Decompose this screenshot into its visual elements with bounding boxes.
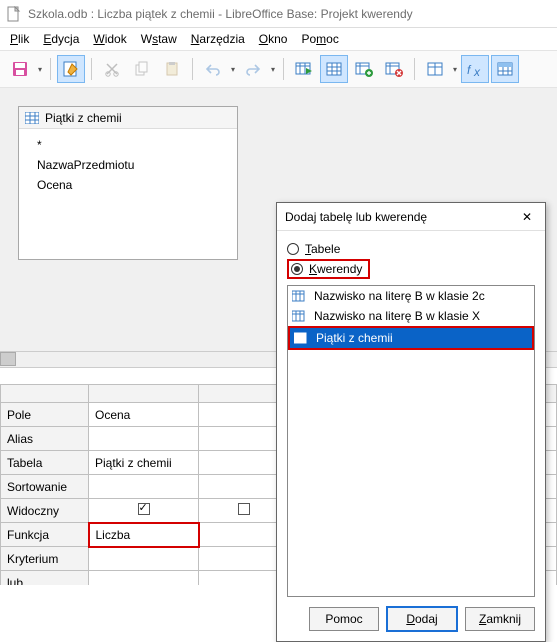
row-alias: Alias xyxy=(1,427,89,451)
distinct-values-button[interactable] xyxy=(421,55,449,83)
menu-edit[interactable]: Edycja xyxy=(43,32,79,46)
menu-tools[interactable]: Narzędzia xyxy=(191,32,245,46)
row-lub: lub xyxy=(1,571,89,586)
list-item[interactable]: Nazwisko na literę B w klasie 2c xyxy=(288,286,534,306)
row-pole: Pole xyxy=(1,403,89,427)
add-table-button[interactable] xyxy=(350,55,378,83)
row-tabela: Tabela xyxy=(1,451,89,475)
row-funkcja: Funkcja xyxy=(1,523,89,547)
menu-file[interactable]: Plik xyxy=(10,32,29,46)
radio-queries-label[interactable]: Kwerendy xyxy=(309,262,362,276)
query-icon xyxy=(294,331,310,345)
cell-visible-2[interactable] xyxy=(199,499,289,523)
design-view-button[interactable] xyxy=(320,55,348,83)
copy-button[interactable] xyxy=(128,55,156,83)
toolbar: ▾ ▾ ▾ ▾ fx xyxy=(0,50,557,88)
undo-dropdown[interactable]: ▾ xyxy=(229,65,237,74)
menu-window[interactable]: Okno xyxy=(259,32,288,46)
cell-pole-1[interactable]: Ocena xyxy=(89,403,199,427)
dialog-title: Dodaj tabelę lub kwerendę xyxy=(285,210,427,224)
cut-button[interactable] xyxy=(98,55,126,83)
query-listbox[interactable]: Nazwisko na literę B w klasie 2c Nazwisk… xyxy=(287,285,535,597)
cell-pole-2[interactable] xyxy=(199,403,289,427)
help-button[interactable]: Pomoc xyxy=(309,607,379,631)
menu-bar: Plik Edycja Widok Wstaw Narzędzia Okno P… xyxy=(0,28,557,50)
list-item-label: Piątki z chemii xyxy=(316,331,393,345)
query-icon xyxy=(292,289,308,303)
row-widoczny: Widoczny xyxy=(1,499,89,523)
redo-dropdown[interactable]: ▾ xyxy=(269,65,277,74)
run-query-button[interactable] xyxy=(290,55,318,83)
field-name1[interactable]: NazwaPrzedmiotu xyxy=(37,155,219,175)
clear-query-button[interactable] xyxy=(380,55,408,83)
field-name2[interactable]: Ocena xyxy=(37,175,219,195)
radio-selected-icon[interactable] xyxy=(291,263,303,275)
paste-button[interactable] xyxy=(158,55,186,83)
list-item-label: Nazwisko na literę B w klasie X xyxy=(314,309,480,323)
edit-mode-button[interactable] xyxy=(57,55,85,83)
add-table-dialog: Dodaj tabelę lub kwerendę ✕ Tabele Kwere… xyxy=(276,202,546,642)
cell-tabela-1[interactable]: Piątki z chemii xyxy=(89,451,199,475)
radio-tables[interactable]: Tabele xyxy=(287,239,535,259)
list-item-selected[interactable]: Piątki z chemii xyxy=(290,328,532,348)
window-titlebar: Szkola.odb : Liczba piątek z chemii - Li… xyxy=(0,0,557,28)
table-field-list[interactable]: * NazwaPrzedmiotu Ocena xyxy=(19,129,237,259)
cell-funkcja-1[interactable]: Liczba xyxy=(89,523,199,547)
svg-text:x: x xyxy=(473,65,481,78)
list-item[interactable]: Nazwisko na literę B w klasie X xyxy=(288,306,534,326)
menu-help[interactable]: Pomoc xyxy=(301,32,338,46)
document-icon xyxy=(6,6,22,22)
list-item-label: Nazwisko na literę B w klasie 2c xyxy=(314,289,485,303)
save-dropdown[interactable]: ▾ xyxy=(36,65,44,74)
table-name-button[interactable] xyxy=(491,55,519,83)
table-window[interactable]: Piątki z chemii * NazwaPrzedmiotu Ocena xyxy=(18,106,238,260)
undo-button[interactable] xyxy=(199,55,227,83)
radio-tables-label: Tabele xyxy=(305,242,340,256)
field-star[interactable]: * xyxy=(37,135,219,155)
menu-insert[interactable]: Wstaw xyxy=(141,32,177,46)
row-kryterium: Kryterium xyxy=(1,547,89,571)
close-button[interactable]: Zamknij xyxy=(465,607,535,631)
checkbox-icon[interactable] xyxy=(238,503,250,515)
checkbox-checked-icon[interactable] xyxy=(138,503,150,515)
query-icon xyxy=(292,309,308,323)
menu-view[interactable]: Widok xyxy=(93,32,126,46)
save-button[interactable] xyxy=(6,55,34,83)
cell-visible-1[interactable] xyxy=(89,499,199,523)
radio-icon xyxy=(287,243,299,255)
table-window-title: Piątki z chemii xyxy=(45,111,122,125)
functions-button[interactable]: fx xyxy=(461,55,489,83)
row-sort: Sortowanie xyxy=(1,475,89,499)
close-icon[interactable]: ✕ xyxy=(517,210,537,224)
redo-button[interactable] xyxy=(239,55,267,83)
window-title: Szkola.odb : Liczba piątek z chemii - Li… xyxy=(28,7,413,21)
add-button[interactable]: Dodaj xyxy=(387,607,457,631)
grid-icon xyxy=(25,112,39,124)
svg-text:f: f xyxy=(467,63,472,77)
distinct-dropdown[interactable]: ▾ xyxy=(451,65,459,74)
